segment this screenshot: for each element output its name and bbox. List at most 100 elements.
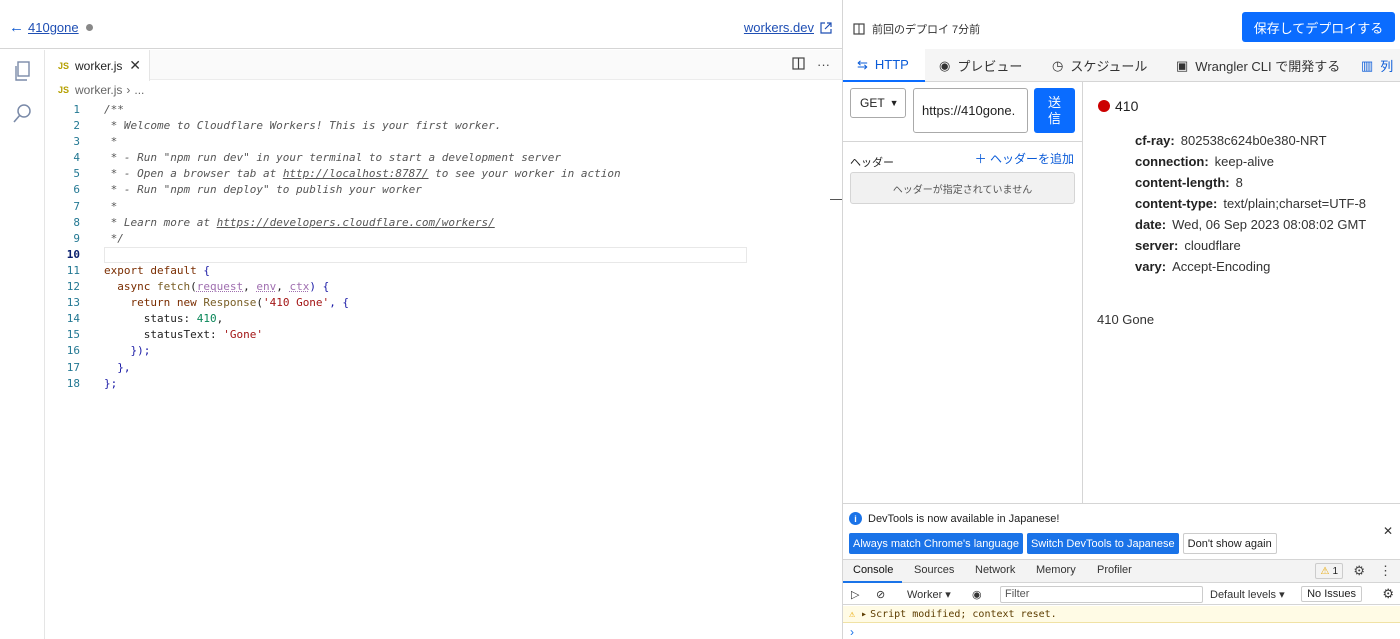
code-text: {: [196, 263, 210, 277]
clock-icon: ◷: [1052, 57, 1064, 73]
breadcrumb-file[interactable]: worker.js: [75, 83, 122, 97]
line-number: 12: [66, 280, 80, 294]
header-key: vary:: [1135, 259, 1167, 274]
workers-dev-link[interactable]: workers.dev: [744, 20, 832, 35]
editor-topbar: ← 410gone workers.dev: [0, 0, 842, 49]
response-header-row: connection: keep-alive: [1135, 153, 1385, 171]
log-levels-select[interactable]: Default levels ▾: [1210, 588, 1285, 601]
tab-columns[interactable]: ▥ 列: [1361, 49, 1393, 82]
code-line: 7 *: [46, 199, 842, 215]
worker-name[interactable]: 410gone: [28, 20, 79, 35]
code-link[interactable]: https://developers.cloudflare.com/worker…: [217, 216, 495, 229]
code-text: };: [104, 376, 118, 390]
console-warning: ⚠ ▸ Script modified; context reset.: [843, 606, 1400, 623]
tab-memory[interactable]: Memory: [1036, 564, 1076, 576]
terminal-icon: ▣: [1176, 57, 1189, 73]
devtools-tabs: Console Sources Network Memory Profiler …: [843, 559, 1400, 583]
eye-icon[interactable]: ◉: [972, 588, 982, 601]
eye-icon: ◉: [939, 57, 951, 73]
workers-dev-label[interactable]: workers.dev: [744, 20, 814, 35]
tab-sources[interactable]: Sources: [914, 564, 954, 576]
sidebar-toggle-icon[interactable]: ▷: [851, 588, 859, 601]
response-header-row: date: Wed, 06 Sep 2023 08:08:02 GMT: [1135, 216, 1385, 234]
line-number: 17: [66, 360, 80, 374]
code-line: 12 async fetch(request, env, ctx) {: [46, 279, 842, 295]
add-header-label: ヘッダーを追加: [989, 152, 1074, 166]
back-link[interactable]: ← 410gone: [9, 19, 93, 36]
devtools-panel: i DevTools is now available in Japanese!…: [843, 503, 1400, 639]
console-prompt[interactable]: ›: [850, 625, 854, 639]
tab-profiler[interactable]: Profiler: [1097, 564, 1132, 576]
match-language-button[interactable]: Always match Chrome's language: [849, 533, 1023, 554]
add-header-button[interactable]: ＋ ヘッダーを追加: [975, 150, 1074, 167]
tab-console[interactable]: Console: [853, 564, 893, 576]
method-select[interactable]: GET ▼: [850, 88, 906, 118]
code-line: 4 * - Run "npm run dev" in your terminal…: [46, 150, 842, 166]
code-text: * Learn more at: [104, 215, 217, 229]
tab-wrangler[interactable]: ▣ Wrangler CLI で開発する: [1176, 49, 1340, 82]
status-code: 410: [1115, 98, 1139, 114]
response-panel: 410 cf-ray: 802538c624b0e380-NRT connectio…: [1084, 82, 1400, 503]
swap-arrows-icon: ⇆: [857, 56, 868, 72]
code-text: *: [104, 135, 118, 149]
expand-arrow-icon[interactable]: ▸: [861, 609, 867, 620]
code-link[interactable]: http://localhost:8787/: [283, 167, 429, 180]
response-header-row: content-length: 8: [1135, 174, 1385, 192]
js-file-icon: JS: [58, 60, 70, 71]
response-header-row: content-type: text/plain;charset=UTF-8: [1135, 195, 1385, 213]
request-panel: GET ▼ https://410gone. 送信 ヘッダー ＋ ヘッダーを追加…: [843, 82, 1083, 503]
close-icon[interactable]: ✕: [129, 57, 141, 74]
close-icon[interactable]: ✕: [1383, 524, 1393, 538]
clear-console-icon[interactable]: ⊘: [876, 588, 885, 601]
tab-preview[interactable]: ◉ プレビュー: [939, 49, 1022, 82]
line-number: 5: [73, 167, 80, 181]
issues-button[interactable]: No Issues: [1301, 586, 1362, 602]
code-text: return new: [104, 296, 204, 310]
code-text: ctx: [289, 280, 310, 294]
header-key: date:: [1135, 217, 1167, 232]
tab-worker-js[interactable]: JS worker.js ✕: [46, 50, 150, 81]
console-settings-icon[interactable]: ⚙: [1382, 586, 1394, 602]
code-line: 16 });: [46, 343, 842, 359]
save-and-deploy-button[interactable]: 保存してデプロイする: [1242, 12, 1395, 42]
line-number: 7: [73, 199, 80, 213]
line-number: 3: [73, 135, 80, 149]
tab-network[interactable]: Network: [975, 564, 1015, 576]
split-editor-icon[interactable]: [792, 57, 805, 70]
files-icon[interactable]: [12, 60, 34, 82]
warning-icon: ⚠: [1320, 565, 1330, 577]
settings-gear-icon[interactable]: ⚙: [1353, 563, 1365, 579]
dont-show-again-button[interactable]: Don't show again: [1182, 533, 1277, 554]
breadcrumb-more[interactable]: ...: [134, 83, 144, 97]
switch-japanese-button[interactable]: Switch DevTools to Japanese: [1026, 533, 1179, 554]
chevron-right-icon: ›: [126, 83, 131, 97]
line-number: 10: [66, 247, 80, 261]
deploy-info-text: 前回のデプロイ 7分前: [872, 24, 981, 36]
editor-pane: ← 410gone workers.dev JS worker.js ✕ ···…: [0, 0, 843, 639]
context-select[interactable]: Worker ▾: [907, 588, 951, 601]
tab-http[interactable]: ⇆ HTTP: [843, 49, 925, 82]
more-vertical-icon[interactable]: ⋮: [1379, 563, 1392, 579]
line-number: 16: [66, 344, 80, 358]
warning-text: Script modified; context reset.: [870, 608, 1057, 620]
response-headers: cf-ray: 802538c624b0e380-NRT connection: ke…: [1135, 132, 1385, 279]
js-file-icon: JS: [58, 85, 70, 95]
code-text: (: [256, 296, 263, 310]
line-number: 9: [73, 231, 80, 245]
search-icon[interactable]: [12, 102, 34, 124]
send-button[interactable]: 送信: [1034, 88, 1075, 133]
url-input[interactable]: https://410gone.: [913, 88, 1028, 133]
more-actions-icon[interactable]: ···: [817, 57, 830, 72]
line-number: 4: [73, 151, 80, 165]
header-key: connection:: [1135, 154, 1209, 169]
header-value: Accept-Encoding: [1172, 259, 1271, 274]
code-text: ,: [276, 280, 290, 294]
info-icon: i: [849, 512, 862, 525]
filter-input[interactable]: Filter: [1000, 586, 1203, 603]
code-text: request: [196, 280, 244, 294]
warnings-badge[interactable]: ⚠ 1: [1315, 563, 1343, 579]
code-line: 18};: [46, 376, 842, 392]
tab-schedule[interactable]: ◷ スケジュール: [1052, 49, 1147, 82]
response-header-row: cf-ray: 802538c624b0e380-NRT: [1135, 132, 1385, 150]
code-area[interactable]: 1 /** 2 * Welcome to Cloudflare Workers! …: [46, 102, 842, 392]
